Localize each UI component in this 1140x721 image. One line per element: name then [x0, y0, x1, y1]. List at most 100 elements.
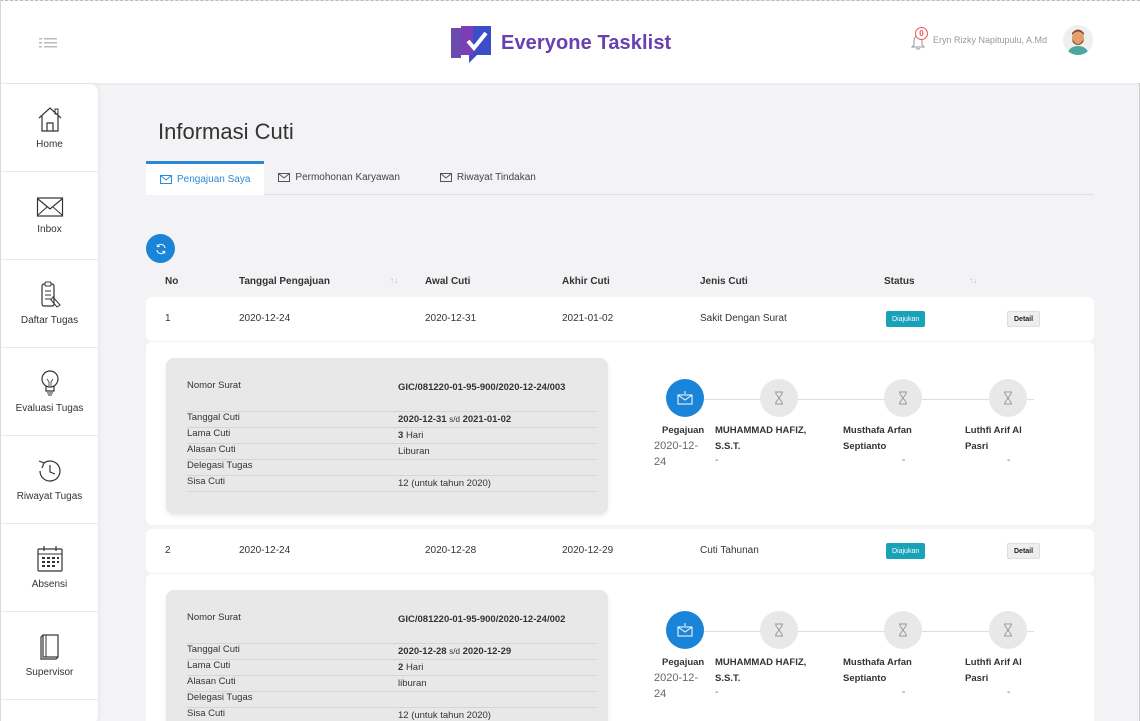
timeline-step-date: -: [715, 687, 719, 698]
approval-timeline: Pegajuan 2020-12-24 MUHAMMAD HAFIZ, S.S.…: [654, 379, 1054, 499]
sidebar-item-daftar-tugas[interactable]: Daftar Tugas: [1, 260, 98, 348]
tab-label: Pengajuan Saya: [177, 174, 251, 185]
timeline-step-name: Musthafa Arfan Septianto: [843, 425, 912, 452]
timeline-step-submitted: [666, 611, 704, 649]
info-label: Lama Cuti: [187, 428, 231, 439]
avatar[interactable]: [1063, 25, 1093, 55]
table-header: No Tanggal Pengajuan ↑↓ Awal Cuti Akhir …: [146, 276, 1094, 290]
info-value: 3 Hari: [398, 428, 583, 443]
history-clock-icon: [36, 457, 64, 485]
info-row-sisa-cuti: Sisa Cuti 12 (untuk tahun 2020): [187, 476, 597, 492]
sidebar-item-label: Supervisor: [25, 667, 74, 678]
timeline-step-pending: [989, 379, 1027, 417]
tab-pengajuan-saya[interactable]: Pengajuan Saya: [146, 161, 265, 195]
user-name[interactable]: Eryn Rizky Napitupulu, A.Md: [933, 35, 1047, 45]
column-header-tanggal-pengajuan[interactable]: Tanggal Pengajuan: [239, 276, 330, 287]
sidebar: Home Inbox Daftar Tugas Evaluasi Tugas R…: [1, 84, 98, 721]
hourglass-icon: [1004, 391, 1012, 405]
date-separator: s/d: [449, 415, 460, 424]
detail-button[interactable]: Detail: [1007, 311, 1041, 327]
timeline-step-name: Musthafa Arfan Septianto: [843, 657, 912, 684]
mail-icon: [677, 391, 693, 405]
cell-no: 1: [165, 313, 171, 324]
info-value: liburan: [398, 678, 427, 689]
tab-permohonan-karyawan[interactable]: Permohonan Karyawan: [264, 161, 414, 194]
timeline-step-pending: [760, 379, 798, 417]
sort-icon[interactable]: ↑↓: [969, 276, 977, 285]
info-row-nomor-surat: Nomor Surat GIC/081220-01-95-900/2020-12…: [187, 612, 597, 644]
info-value: GIC/081220-01-95-900/2020-12-24/003: [398, 382, 566, 393]
clipboard-list-icon: [38, 281, 62, 309]
timeline-step-date: 2020-12-24: [654, 672, 699, 700]
date-start: 2020-12-31: [398, 414, 447, 425]
tab-label: Permohonan Karyawan: [295, 172, 400, 183]
notification-bell-icon[interactable]: 0: [910, 27, 928, 51]
info-label: Sisa Cuti: [187, 708, 226, 719]
detail-button[interactable]: Detail: [1007, 543, 1041, 559]
info-value: 12 (untuk tahun 2020): [398, 478, 491, 489]
timeline-step-date: -: [715, 455, 719, 466]
sidebar-item-label: Home: [36, 139, 63, 150]
info-value: Liburan: [398, 446, 430, 457]
refresh-button[interactable]: [146, 234, 175, 263]
date-end: 2020-12-29: [462, 646, 512, 657]
mail-icon: [677, 623, 693, 637]
cell-tanggal-pengajuan: 2020-12-24: [239, 545, 291, 556]
info-label: Tanggal Cuti: [187, 412, 240, 423]
table-row[interactable]: 2 2020-12-24 2020-12-28 2020-12-29 Cuti …: [146, 529, 1094, 573]
tasklist-logo-icon: [451, 26, 491, 63]
duration-unit: Hari: [405, 430, 424, 441]
timeline-step-pending: [884, 379, 922, 417]
tab-riwayat-tindakan[interactable]: Riwayat Tindakan: [426, 161, 550, 194]
brand-title: Everyone Tasklist: [501, 31, 672, 54]
lightbulb-icon: [38, 369, 62, 397]
sidebar-item-evaluasi-tugas[interactable]: Evaluasi Tugas: [1, 348, 98, 436]
status-badge: Diajukan: [886, 311, 926, 327]
info-row-lama-cuti: Lama Cuti 3 Hari: [187, 428, 597, 444]
timeline-step-submitted: [666, 379, 704, 417]
info-label: Sisa Cuti: [187, 476, 226, 487]
timeline-step-pending: [989, 611, 1027, 649]
sidebar-item-home[interactable]: Home: [1, 84, 98, 172]
info-value: 12 (untuk tahun 2020): [398, 710, 491, 721]
column-header-awal-cuti: Awal Cuti: [425, 276, 471, 287]
table-row[interactable]: 1 2020-12-24 2020-12-31 2021-01-02 Sakit…: [146, 297, 1094, 341]
info-value: 2020-12-31 s/d 2021-01-02: [398, 412, 583, 427]
info-row-delegasi-tugas: Delegasi Tugas: [187, 460, 597, 476]
info-value: GIC/081220-01-95-900/2020-12-24/002: [398, 614, 566, 625]
sidebar-item-riwayat-tugas[interactable]: Riwayat Tugas: [1, 436, 98, 524]
info-row-alasan-cuti: Alasan Cuti Liburan: [187, 444, 597, 460]
info-row-delegasi-tugas: Delegasi Tugas: [187, 692, 597, 708]
sidebar-item-supervisor[interactable]: Supervisor: [1, 612, 98, 700]
hourglass-icon: [775, 391, 783, 405]
info-label: Lama Cuti: [187, 660, 231, 671]
timeline-line: [694, 399, 1034, 400]
sidebar-item-absensi[interactable]: Absensi: [1, 524, 98, 612]
home-icon: [37, 105, 63, 133]
brand-logo[interactable]: Everyone Tasklist: [449, 23, 671, 63]
sort-icon[interactable]: ↑↓: [390, 276, 398, 285]
timeline-step-name: Pegajuan: [662, 425, 705, 436]
menu-toggle-icon[interactable]: [39, 37, 59, 49]
hourglass-icon: [899, 623, 907, 637]
column-header-status[interactable]: Status: [884, 276, 915, 287]
info-row-tanggal-cuti: Tanggal Cuti 2020-12-31 s/d 2021-01-02: [187, 412, 597, 428]
timeline-step-date: -: [902, 687, 906, 698]
tab-bar: Pengajuan Saya Permohonan Karyawan Riway…: [146, 161, 1094, 195]
detail-panel: Nomor Surat GIC/081220-01-95-900/2020-12…: [146, 342, 1094, 525]
cell-jenis-cuti: Cuti Tahunan: [700, 545, 759, 556]
duration-number: 2: [398, 662, 404, 673]
info-row-tanggal-cuti: Tanggal Cuti 2020-12-28 s/d 2020-12-29: [187, 644, 597, 660]
timeline-step-name: MUHAMMAD HAFIZ, S.S.T.: [715, 425, 807, 452]
duration-number: 3: [398, 430, 404, 441]
cell-jenis-cuti: Sakit Dengan Surat: [700, 313, 787, 324]
duration-unit: Hari: [405, 662, 424, 673]
status-badge: Diajukan: [886, 543, 926, 559]
hourglass-icon: [899, 391, 907, 405]
cell-akhir-cuti: 2021-01-02: [562, 313, 614, 324]
info-row-nomor-surat: Nomor Surat GIC/081220-01-95-900/2020-12…: [187, 380, 597, 412]
date-end: 2021-01-02: [462, 414, 512, 425]
sidebar-item-inbox[interactable]: Inbox: [1, 172, 98, 260]
info-row-lama-cuti: Lama Cuti 2 Hari: [187, 660, 597, 676]
sidebar-item-label: Evaluasi Tugas: [15, 403, 84, 414]
